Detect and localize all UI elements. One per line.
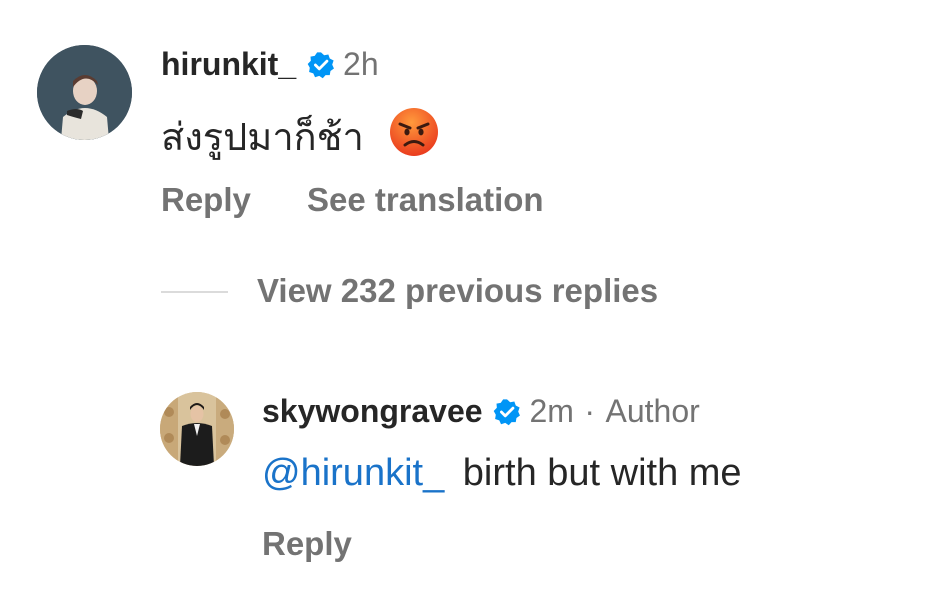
avatar-hirunkit[interactable]	[37, 45, 132, 140]
comment-time: 2h	[343, 46, 379, 82]
author-badge: Author	[605, 393, 700, 429]
angry-face-emoji	[388, 106, 440, 168]
see-translation-button[interactable]: See translation	[307, 181, 544, 219]
reply-button-reply[interactable]: Reply	[262, 525, 352, 563]
meta-separator: ·	[584, 393, 596, 429]
view-previous-replies-button[interactable]: View 232 previous replies	[257, 272, 658, 310]
mention-link[interactable]: @hirunkit_	[262, 452, 444, 494]
avatar-photo-icon	[37, 45, 132, 140]
replies-divider	[161, 291, 228, 293]
reply-time: 2m	[529, 393, 574, 429]
username-hirunkit[interactable]: hirunkit_	[161, 46, 296, 82]
username-skywongravee[interactable]: skywongravee	[262, 393, 483, 429]
verified-badge-icon	[493, 398, 521, 431]
reply-button-comment[interactable]: Reply	[161, 181, 251, 219]
avatar-skywongravee[interactable]	[160, 392, 234, 466]
reply-header: skywongravee 2m · Author	[262, 393, 700, 435]
comment-text-content: ส่งรูปมาก็ช้า	[161, 117, 364, 159]
reply-text: @hirunkit_ birth but with me	[262, 452, 742, 495]
comment-text: ส่งรูปมาก็ช้า	[161, 106, 440, 168]
avatar-photo-icon	[160, 392, 234, 466]
comment-header: hirunkit_ 2h	[161, 46, 379, 88]
reply-text-content: birth but with me	[462, 452, 742, 494]
verified-badge-icon	[307, 51, 335, 84]
